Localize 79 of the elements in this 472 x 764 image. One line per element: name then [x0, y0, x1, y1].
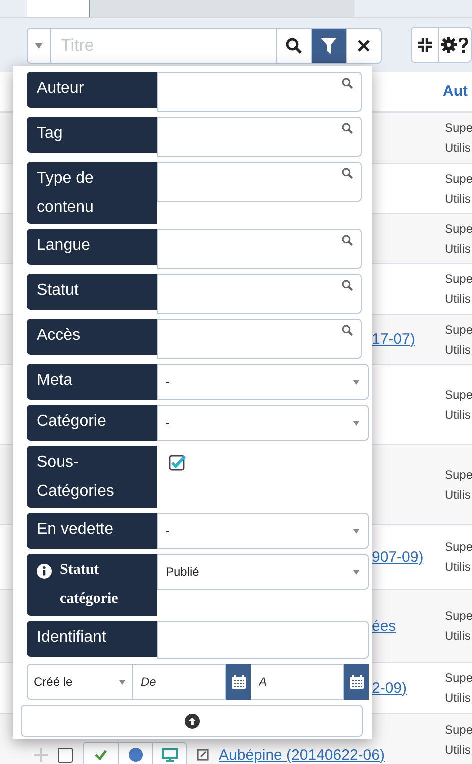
label-text: Langue	[37, 236, 90, 256]
caret-icon	[353, 420, 360, 426]
caret-icon	[353, 570, 360, 574]
drag-handle-icon[interactable]	[34, 748, 48, 762]
search-input[interactable]	[157, 117, 362, 157]
author-text: Utilis	[445, 560, 472, 574]
calendar-button[interactable]	[226, 664, 251, 700]
calendar-icon	[232, 675, 246, 689]
select-field[interactable]: Publié	[157, 554, 369, 590]
label-text: Identifiant	[37, 628, 106, 648]
search-button[interactable]	[277, 28, 312, 64]
settings-icon	[441, 37, 458, 53]
label-text: Statut	[37, 281, 79, 301]
select-field[interactable]: -	[157, 513, 369, 549]
search-icon	[342, 280, 353, 291]
compress-icon	[418, 38, 432, 52]
caret-icon	[353, 380, 360, 384]
filter-button[interactable]	[312, 28, 347, 64]
close-icon	[358, 40, 370, 52]
search-icon	[342, 78, 353, 89]
search-icon	[342, 123, 353, 134]
close-button[interactable]	[347, 28, 382, 64]
caret-icon	[35, 43, 43, 49]
article-link[interactable]: 17-07)	[372, 331, 416, 348]
label-text: Statut catégorie	[60, 561, 120, 609]
search-input[interactable]	[157, 319, 362, 359]
author-text: Utilis	[445, 629, 472, 643]
calendar-button[interactable]	[344, 664, 369, 700]
label-text: Tag	[37, 124, 63, 144]
author-text: Utilis	[445, 743, 472, 757]
label-text: Catégorie	[37, 412, 106, 432]
label-text: Accès	[37, 326, 81, 346]
input-field[interactable]	[157, 621, 369, 659]
author-text: Utilis	[445, 242, 472, 256]
caret-icon	[119, 680, 126, 684]
label-text: Type de contenu	[37, 169, 95, 218]
select-field[interactable]: -	[157, 405, 369, 441]
checkbox[interactable]	[169, 454, 186, 471]
author-text: Utilis	[445, 488, 472, 502]
article-link[interactable]: 907-09)	[372, 548, 424, 566]
author-text: Utilis	[445, 342, 472, 356]
author-text: Utilis	[445, 691, 472, 705]
search-input[interactable]	[157, 72, 362, 112]
filter-icon	[321, 38, 337, 54]
article-link[interactable]: Aubépine (20140622-06)	[219, 746, 385, 764]
search-field[interactable]: Titre	[51, 28, 277, 64]
publish-button[interactable]	[84, 743, 118, 764]
help-icon	[459, 38, 468, 52]
column-header[interactable]: Aut	[443, 83, 468, 100]
author-text: Utilis	[445, 408, 472, 422]
row-checkbox[interactable]	[58, 748, 73, 762]
display-button[interactable]	[152, 743, 186, 764]
check-icon	[95, 750, 107, 760]
monitor-icon	[162, 748, 178, 762]
label-text: Meta	[37, 371, 73, 391]
article-link[interactable]: ées	[372, 618, 396, 634]
search-input[interactable]	[157, 274, 362, 314]
search-icon	[342, 325, 353, 336]
search-input[interactable]	[157, 229, 362, 269]
caret-icon	[353, 528, 360, 534]
circle-icon	[128, 748, 142, 762]
label-text: Sous-Catégories	[37, 453, 116, 502]
select-field[interactable]: -	[157, 364, 369, 400]
label-text: En vedette	[37, 520, 114, 540]
options-button[interactable]	[438, 28, 471, 62]
author-text: Utilis	[445, 292, 472, 306]
label-text: Auteur	[37, 79, 84, 99]
search-icon	[286, 38, 302, 54]
author-text: Utilis	[445, 141, 472, 155]
author-text: Utilis	[445, 192, 472, 206]
date-type-select[interactable]: Créé le	[27, 664, 133, 700]
status-button[interactable]	[118, 743, 152, 764]
search-icon	[342, 168, 353, 179]
article-link[interactable]: 2-09)	[372, 680, 408, 696]
calendar-icon	[350, 675, 364, 689]
edit-icon[interactable]	[197, 749, 209, 761]
search-icon	[342, 235, 353, 246]
search-input[interactable]	[157, 162, 362, 202]
dropdown-button[interactable]	[27, 28, 51, 64]
